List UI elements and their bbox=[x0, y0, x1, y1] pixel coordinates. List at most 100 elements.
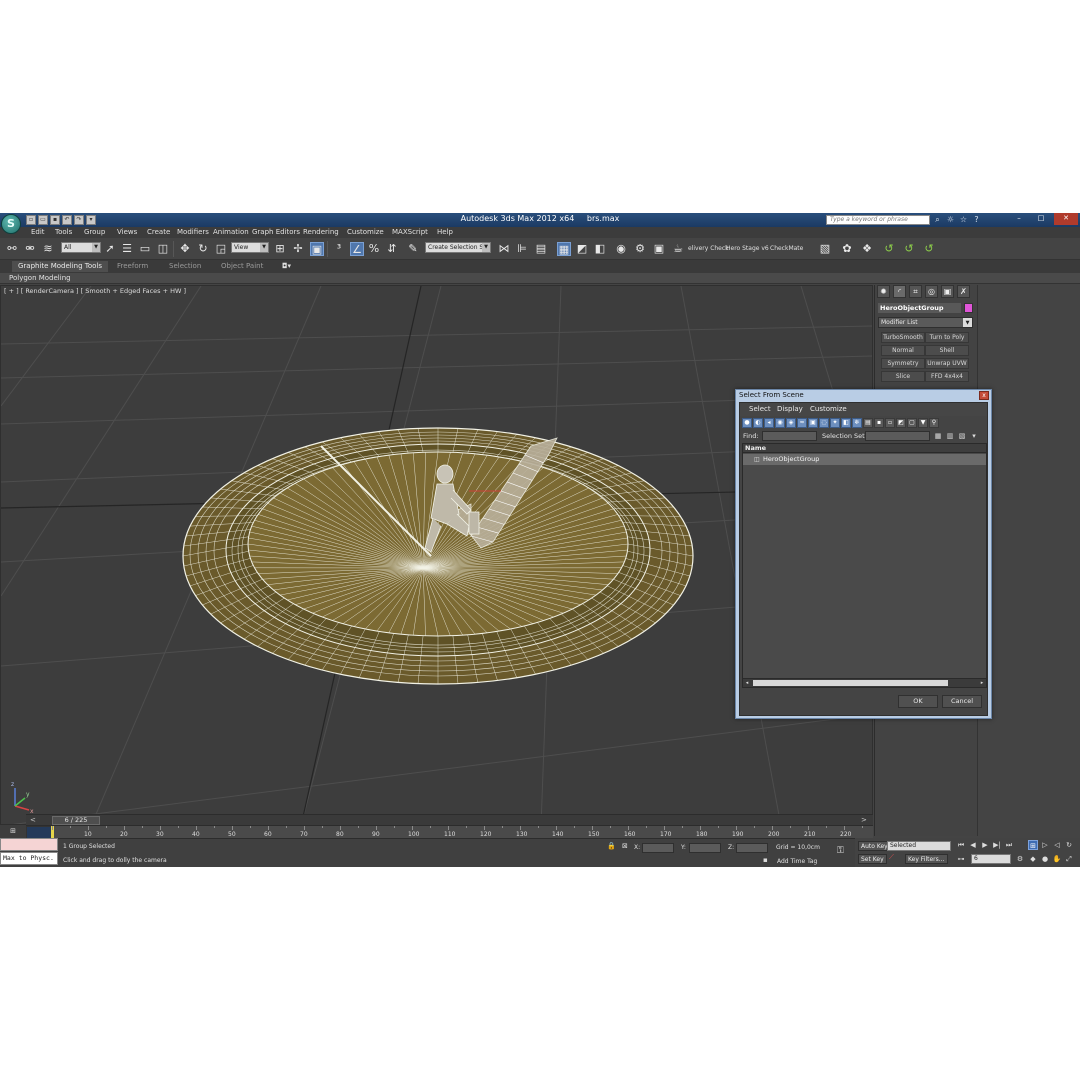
select-by-name-icon[interactable]: ☰ bbox=[120, 242, 134, 256]
menu-maxscript[interactable]: MAXScript bbox=[392, 228, 428, 236]
absolute-mode-icon[interactable]: ⊠ bbox=[622, 842, 628, 850]
filter-xrefs-icon[interactable]: ◌ bbox=[819, 418, 829, 428]
tab-selection[interactable]: Selection bbox=[169, 262, 201, 270]
zoom-extents-selected-icon[interactable]: ▷ bbox=[1040, 840, 1050, 850]
communication-icon[interactable]: ☼ bbox=[946, 215, 955, 225]
menu-views[interactable]: Views bbox=[117, 228, 137, 236]
ffd-button[interactable]: FFD 4x4x4 bbox=[925, 371, 969, 382]
slice-button[interactable]: Slice bbox=[881, 371, 925, 382]
align-icon[interactable]: ⊫ bbox=[515, 242, 529, 256]
time-tag-icon[interactable]: ▪ bbox=[763, 856, 768, 864]
menu-modifiers[interactable]: Modifiers bbox=[177, 228, 209, 236]
spinner-snap-icon[interactable]: ⇵ bbox=[385, 242, 399, 256]
unlink-icon[interactable]: ⚮ bbox=[23, 242, 37, 256]
maxscript-macro-recorder-field[interactable] bbox=[0, 838, 58, 851]
menu-customize[interactable]: Customize bbox=[347, 228, 384, 236]
platter-model-wireframe[interactable] bbox=[182, 427, 694, 685]
set-key-button[interactable]: Set Key bbox=[858, 854, 887, 864]
filter-funnel-icon[interactable]: ▼ bbox=[918, 418, 928, 428]
menu-create[interactable]: Create bbox=[147, 228, 170, 236]
scrollbar-thumb[interactable] bbox=[753, 680, 948, 686]
go-to-start-icon[interactable]: ⏮ bbox=[956, 840, 966, 850]
menu-animation[interactable]: Animation bbox=[213, 228, 249, 236]
previous-frame-icon[interactable]: ◀ bbox=[968, 840, 978, 850]
rendered-frame-window-icon[interactable]: ▣ bbox=[652, 242, 666, 256]
select-invert-icon[interactable]: ◩ bbox=[896, 418, 906, 428]
move-icon[interactable]: ✥ bbox=[178, 242, 192, 256]
filter-containers-icon[interactable]: ◧ bbox=[841, 418, 851, 428]
find-input[interactable] bbox=[762, 431, 817, 441]
close-window-button[interactable]: ✕ bbox=[1054, 213, 1078, 225]
percent-snap-icon[interactable]: % bbox=[367, 242, 381, 256]
normal-button[interactable]: Normal bbox=[881, 345, 925, 356]
schematic-view-icon[interactable]: ◧ bbox=[593, 242, 607, 256]
delivery-check-button[interactable]: elivery Check bbox=[688, 245, 729, 252]
render-teapot-icon[interactable]: ☕ bbox=[671, 242, 685, 256]
maxscript-listener-field[interactable]: Max to Physc. bbox=[0, 852, 58, 865]
mirror-icon[interactable]: ⋈ bbox=[497, 242, 511, 256]
display-tab-icon[interactable]: ▣ bbox=[941, 285, 954, 298]
select-object-icon[interactable]: ➚ bbox=[103, 242, 117, 256]
script-tool-5-icon[interactable]: ↺ bbox=[902, 242, 916, 256]
filter-geometry-icon[interactable]: ● bbox=[742, 418, 752, 428]
key-filters-button[interactable]: Key Filters... bbox=[905, 854, 948, 864]
filter-cameras-icon[interactable]: ◉ bbox=[775, 418, 785, 428]
create-tab-icon[interactable]: ✹ bbox=[877, 285, 890, 298]
application-menu-logo-icon[interactable]: S bbox=[1, 214, 21, 234]
menu-rendering[interactable]: Rendering bbox=[303, 228, 339, 236]
y-coordinate-field[interactable] bbox=[689, 843, 721, 853]
graphite-toggle-icon[interactable]: ▦ bbox=[557, 242, 571, 256]
layer-manager-icon[interactable]: ▤ bbox=[534, 242, 548, 256]
truck-camera-icon[interactable]: ● bbox=[1040, 854, 1050, 864]
dolly-camera-icon[interactable]: ◆ bbox=[1028, 854, 1038, 864]
minimize-button[interactable]: – bbox=[1010, 213, 1028, 225]
dialog-menu-display[interactable]: Display bbox=[777, 405, 803, 413]
track-bar[interactable]: 10 20 30 40 50 60 70 80 90 100 110 120 130 140 150 160 1… bbox=[26, 825, 873, 838]
unwrap-uvw-button[interactable]: Unwrap UVW bbox=[925, 358, 969, 369]
time-slider-prev-icon[interactable]: < bbox=[30, 816, 36, 824]
dialog-menu-select[interactable]: Select bbox=[749, 405, 771, 413]
hierarchy-tab-icon[interactable]: ⌗ bbox=[909, 285, 922, 298]
named-selection-dropdown[interactable]: Create Selection Se ▼ bbox=[425, 242, 491, 253]
rotate-icon[interactable]: ↻ bbox=[196, 242, 210, 256]
scroll-left-icon[interactable]: ◂ bbox=[743, 679, 751, 687]
pivot-center-icon[interactable]: ⊞ bbox=[273, 242, 287, 256]
dialog-close-button[interactable]: x bbox=[979, 391, 989, 400]
filter-helpers-icon[interactable]: ◈ bbox=[786, 418, 796, 428]
modifier-list-dropdown[interactable]: Modifier List ▼ bbox=[878, 317, 973, 328]
set-keys-icon[interactable]: ⟋ bbox=[889, 853, 894, 862]
key-mode-toggle-icon[interactable]: ⊶ bbox=[956, 854, 966, 864]
zoom-extents-all-icon[interactable]: ⊞ bbox=[1028, 840, 1038, 850]
remove-selection-set-icon[interactable]: ▧ bbox=[957, 431, 967, 441]
rectangular-selection-icon[interactable]: ▭ bbox=[138, 242, 152, 256]
menu-graph-editors[interactable]: Graph Editors bbox=[252, 228, 300, 236]
filter-groups-icon[interactable]: ▣ bbox=[808, 418, 818, 428]
x-coordinate-field[interactable] bbox=[642, 843, 674, 853]
field-of-view-icon[interactable]: ◁ bbox=[1052, 840, 1062, 850]
pan-view-icon[interactable]: ✋ bbox=[1052, 854, 1062, 864]
scroll-right-icon[interactable]: ▸ bbox=[978, 679, 986, 687]
time-configuration-icon[interactable]: ⚙ bbox=[1015, 854, 1025, 864]
dialog-menu-customize[interactable]: Customize bbox=[810, 405, 847, 413]
turn-to-poly-button[interactable]: Turn to Poly bbox=[925, 332, 969, 343]
add-time-tag-button[interactable]: Add Time Tag bbox=[777, 858, 817, 865]
filter-options-icon[interactable]: ⚲ bbox=[929, 418, 939, 428]
symmetry-button[interactable]: Symmetry bbox=[881, 358, 925, 369]
add-to-selection-set-icon[interactable]: ▥ bbox=[945, 431, 955, 441]
favorites-icon[interactable]: ☆ bbox=[959, 215, 968, 225]
auto-key-button[interactable]: Auto Key bbox=[858, 841, 891, 851]
keyboard-shortcut-override-icon[interactable]: ▣ bbox=[310, 242, 324, 256]
snaps-toggle-icon[interactable]: ³ bbox=[332, 242, 346, 256]
current-frame-field[interactable]: 6 bbox=[971, 854, 1011, 864]
create-selection-set-icon[interactable]: ▦ bbox=[933, 431, 943, 441]
time-slider-thumb[interactable]: 6 / 225 bbox=[52, 816, 100, 825]
filter-lights-icon[interactable]: ◂ bbox=[764, 418, 774, 428]
maxscript-listener[interactable]: Max to Physc. bbox=[0, 838, 58, 867]
filter-bones-icon[interactable]: ✦ bbox=[830, 418, 840, 428]
selection-filter-dropdown[interactable]: All ▼ bbox=[61, 242, 101, 253]
tab-freeform[interactable]: Freeform bbox=[117, 262, 148, 270]
filter-shapes-icon[interactable]: ◐ bbox=[753, 418, 763, 428]
viewport-label[interactable]: [ + ] [ RenderCamera ] [ Smooth + Edged … bbox=[4, 287, 186, 295]
menu-help[interactable]: Help bbox=[437, 228, 453, 236]
z-coordinate-field[interactable] bbox=[736, 843, 768, 853]
